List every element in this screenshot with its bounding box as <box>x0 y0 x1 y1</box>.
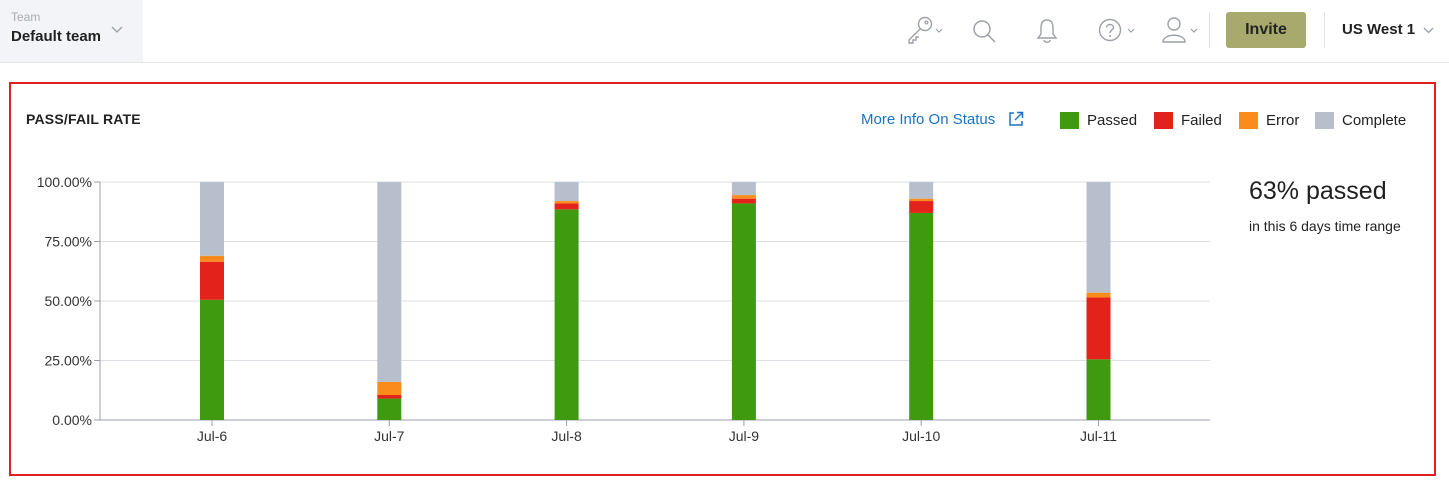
bar-passed <box>554 209 579 420</box>
bar-passed <box>731 203 756 420</box>
bar-passed <box>377 398 402 420</box>
y-tick-label: 0.00% <box>52 412 92 428</box>
bar-failed <box>909 201 934 213</box>
bar-error <box>554 201 579 204</box>
bar-failed <box>554 203 579 210</box>
bar-failed <box>731 198 756 204</box>
bar-passed <box>1086 359 1111 420</box>
y-tick-label: 50.00% <box>45 293 92 309</box>
bar-passed <box>909 212 934 420</box>
x-tick-label: Jul-8 <box>551 428 582 444</box>
x-tick-label: Jul-10 <box>902 428 940 444</box>
bar-complete <box>1086 182 1111 293</box>
y-tick-label: 25.00% <box>45 353 92 369</box>
bar-error <box>1086 292 1111 298</box>
bar-complete <box>554 182 579 202</box>
x-tick-label: Jul-9 <box>729 428 760 444</box>
bar-complete <box>377 182 402 382</box>
x-tick-label: Jul-6 <box>197 428 228 444</box>
bar-failed <box>200 261 224 300</box>
bar-failed <box>1086 297 1111 360</box>
bar-complete <box>200 182 224 256</box>
pass-fail-chart: 0.00% 25.00% 50.00% 75.00% 100.00% Jul-6 Jul-7… <box>37 174 1210 444</box>
bar-complete <box>731 182 756 196</box>
bar-error <box>200 255 224 262</box>
bar-passed <box>200 299 224 420</box>
y-tick-label: 75.00% <box>45 234 92 250</box>
bar-complete <box>909 182 934 199</box>
bar-failed <box>377 395 402 399</box>
bar-error <box>909 198 934 202</box>
bar-error <box>377 381 402 396</box>
x-tick-label: Jul-11 <box>1080 428 1117 444</box>
bar-error <box>731 195 756 199</box>
y-tick-label: 100.00% <box>37 174 92 190</box>
x-tick-label: Jul-7 <box>374 428 405 444</box>
